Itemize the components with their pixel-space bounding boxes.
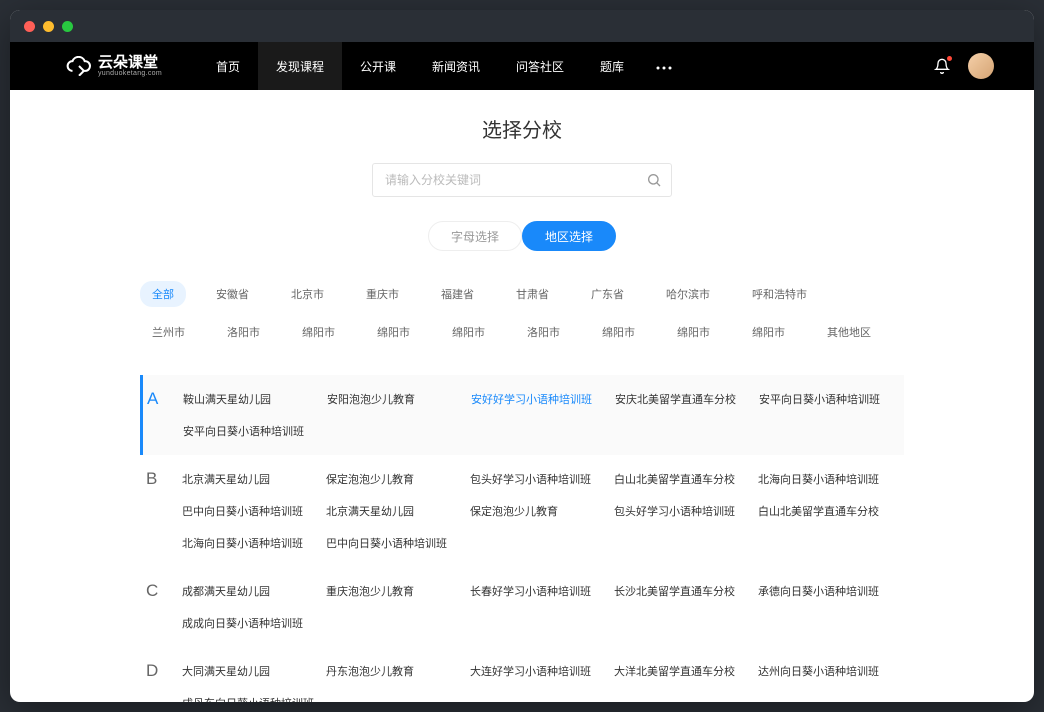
school-item[interactable]: 重庆泡泡少儿教育 — [326, 575, 452, 607]
school-item[interactable]: 长春好学习小语种培训班 — [470, 575, 596, 607]
region-tag[interactable]: 绵阳市 — [365, 319, 422, 345]
app-window: 云朵课堂 yunduoketang.com 首页发现课程公开课新闻资讯问答社区题… — [10, 10, 1034, 702]
group-letter: D — [142, 647, 182, 702]
maximize-icon[interactable] — [62, 21, 73, 32]
region-tag[interactable]: 洛阳市 — [515, 319, 572, 345]
nav-more[interactable] — [642, 57, 686, 75]
region-tag[interactable]: 北京市 — [279, 281, 336, 307]
region-tag[interactable]: 哈尔滨市 — [654, 281, 722, 307]
school-item[interactable]: 白山北美留学直通车分校 — [614, 463, 740, 495]
nav-item[interactable]: 题库 — [582, 42, 642, 90]
letter-group: A鞍山满天星幼儿园安阳泡泡少儿教育安好好学习小语种培训班安庆北美留学直通车分校安… — [140, 375, 904, 455]
search-input[interactable] — [372, 163, 672, 197]
region-tag[interactable]: 洛阳市 — [215, 319, 272, 345]
school-item[interactable]: 达州向日葵小语种培训班 — [758, 655, 884, 687]
nav-item[interactable]: 公开课 — [342, 42, 414, 90]
school-item[interactable]: 包头好学习小语种培训班 — [470, 463, 596, 495]
school-item[interactable]: 安平向日葵小语种培训班 — [759, 383, 885, 415]
group-items: 成都满天星幼儿园重庆泡泡少儿教育长春好学习小语种培训班长沙北美留学直通车分校承德… — [182, 567, 904, 647]
letter-group: D大同满天星幼儿园丹东泡泡少儿教育大连好学习小语种培训班大洋北美留学直通车分校达… — [140, 647, 904, 702]
group-items: 鞍山满天星幼儿园安阳泡泡少儿教育安好好学习小语种培训班安庆北美留学直通车分校安平… — [183, 375, 904, 455]
nav-item[interactable]: 问答社区 — [498, 42, 582, 90]
school-item[interactable]: 大同满天星幼儿园 — [182, 655, 308, 687]
school-item[interactable]: 北海向日葵小语种培训班 — [758, 463, 884, 495]
school-item[interactable]: 巴中向日葵小语种培训班 — [182, 495, 308, 527]
school-item[interactable]: 安好好学习小语种培训班 — [471, 383, 597, 415]
school-item[interactable]: 北海向日葵小语种培训班 — [182, 527, 308, 559]
cloud-icon — [66, 56, 92, 76]
group-letter: C — [142, 567, 182, 647]
page-title: 选择分校 — [10, 114, 1034, 143]
school-item[interactable]: 大洋北美留学直通车分校 — [614, 655, 740, 687]
notifications-button[interactable] — [934, 58, 950, 74]
nav-right — [934, 53, 994, 79]
school-item[interactable]: 北京满天星幼儿园 — [326, 495, 452, 527]
more-icon — [656, 66, 672, 70]
region-tag[interactable]: 呼和浩特市 — [740, 281, 819, 307]
minimize-icon[interactable] — [43, 21, 54, 32]
school-item[interactable]: 安庆北美留学直通车分校 — [615, 383, 741, 415]
school-item[interactable]: 大连好学习小语种培训班 — [470, 655, 596, 687]
group-items: 大同满天星幼儿园丹东泡泡少儿教育大连好学习小语种培训班大洋北美留学直通车分校达州… — [182, 647, 904, 702]
school-item[interactable]: 成丹东向日葵小语种培训班 — [182, 687, 308, 702]
region-tag[interactable]: 兰州市 — [140, 319, 197, 345]
search-icon[interactable] — [646, 172, 662, 188]
region-tag[interactable]: 绵阳市 — [665, 319, 722, 345]
main-content: 选择分校 字母选择地区选择 全部安徽省北京市重庆市福建省甘肃省广东省哈尔滨市呼和… — [10, 90, 1034, 702]
region-tag[interactable]: 绵阳市 — [290, 319, 347, 345]
window-titlebar — [10, 10, 1034, 42]
school-item[interactable]: 安阳泡泡少儿教育 — [327, 383, 453, 415]
region-tag[interactable]: 绵阳市 — [590, 319, 647, 345]
brand-logo[interactable]: 云朵课堂 yunduoketang.com — [66, 55, 162, 77]
nav-item[interactable]: 新闻资讯 — [414, 42, 498, 90]
region-tag[interactable]: 广东省 — [579, 281, 636, 307]
region-tag[interactable]: 甘肃省 — [504, 281, 561, 307]
school-item[interactable]: 白山北美留学直通车分校 — [758, 495, 884, 527]
toggle-option[interactable]: 字母选择 — [428, 221, 522, 251]
region-tag[interactable]: 重庆市 — [354, 281, 411, 307]
school-item[interactable]: 保定泡泡少儿教育 — [326, 463, 452, 495]
school-list: A鞍山满天星幼儿园安阳泡泡少儿教育安好好学习小语种培训班安庆北美留学直通车分校安… — [10, 357, 1034, 702]
school-item[interactable]: 承德向日葵小语种培训班 — [758, 575, 884, 607]
bell-icon — [934, 58, 950, 74]
close-icon[interactable] — [24, 21, 35, 32]
group-letter: B — [142, 455, 182, 567]
letter-group: C成都满天星幼儿园重庆泡泡少儿教育长春好学习小语种培训班长沙北美留学直通车分校承… — [140, 567, 904, 647]
letter-group: B北京满天星幼儿园保定泡泡少儿教育包头好学习小语种培训班白山北美留学直通车分校北… — [140, 455, 904, 567]
region-tag[interactable]: 绵阳市 — [740, 319, 797, 345]
group-letter: A — [143, 375, 183, 455]
school-item[interactable]: 鞍山满天星幼儿园 — [183, 383, 309, 415]
school-item[interactable]: 保定泡泡少儿教育 — [470, 495, 596, 527]
user-avatar[interactable] — [968, 53, 994, 79]
school-item[interactable]: 巴中向日葵小语种培训班 — [326, 527, 452, 559]
school-item[interactable]: 成成向日葵小语种培训班 — [182, 607, 308, 639]
school-item[interactable]: 安平向日葵小语种培训班 — [183, 415, 309, 447]
brand-sub: yunduoketang.com — [98, 70, 162, 77]
school-item[interactable]: 丹东泡泡少儿教育 — [326, 655, 452, 687]
nav-item[interactable]: 首页 — [198, 42, 258, 90]
group-items: 北京满天星幼儿园保定泡泡少儿教育包头好学习小语种培训班白山北美留学直通车分校北海… — [182, 455, 904, 567]
top-nav: 云朵课堂 yunduoketang.com 首页发现课程公开课新闻资讯问答社区题… — [10, 42, 1034, 90]
region-tag[interactable]: 福建省 — [429, 281, 486, 307]
nav-item[interactable]: 发现课程 — [258, 42, 342, 90]
search-box — [372, 163, 672, 197]
region-tag[interactable]: 全部 — [140, 281, 186, 307]
filter-toggle: 字母选择地区选择 — [10, 221, 1034, 251]
school-item[interactable]: 成都满天星幼儿园 — [182, 575, 308, 607]
school-item[interactable]: 北京满天星幼儿园 — [182, 463, 308, 495]
region-tag[interactable]: 绵阳市 — [440, 319, 497, 345]
school-item[interactable]: 长沙北美留学直通车分校 — [614, 575, 740, 607]
school-item[interactable]: 包头好学习小语种培训班 — [614, 495, 740, 527]
region-tag[interactable]: 安徽省 — [204, 281, 261, 307]
region-filter: 全部安徽省北京市重庆市福建省甘肃省广东省哈尔滨市呼和浩特市兰州市洛阳市绵阳市绵阳… — [10, 281, 1034, 357]
brand-name: 云朵课堂 — [98, 55, 162, 70]
region-tag[interactable]: 其他地区 — [815, 319, 883, 345]
toggle-option[interactable]: 地区选择 — [522, 221, 616, 251]
